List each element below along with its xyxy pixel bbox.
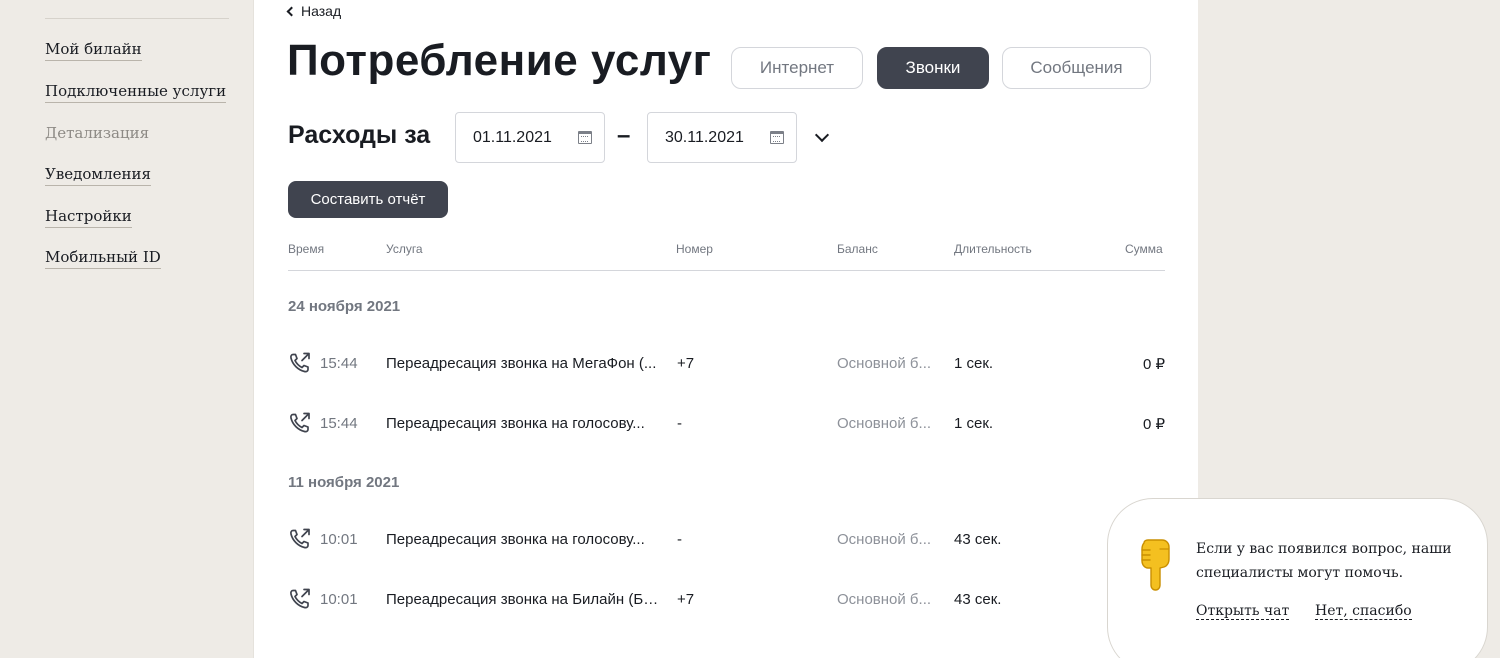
call-forward-icon xyxy=(290,528,310,549)
row-number: - xyxy=(677,531,682,548)
column-header-amount: Сумма xyxy=(1125,242,1163,256)
row-amount: 0 ₽ xyxy=(1142,416,1165,433)
row-balance: Основной б... xyxy=(837,355,932,372)
expenses-label: Расходы за xyxy=(288,121,431,149)
sidebar-item-my-beeline[interactable]: Мой билайн xyxy=(45,40,142,61)
chevron-down-icon[interactable] xyxy=(814,127,830,143)
calendar-icon[interactable] xyxy=(578,131,592,144)
sidebar-item-mobile-id[interactable]: Мобильный ID xyxy=(45,248,161,269)
calendar-icon[interactable] xyxy=(770,131,784,144)
tab-calls[interactable]: Звонки xyxy=(877,47,989,89)
row-number: - xyxy=(677,415,682,432)
date-range-separator: – xyxy=(617,122,631,149)
row-duration: 43 сек. xyxy=(954,531,1002,548)
chat-message: Если у вас появился вопрос, наши специал… xyxy=(1196,541,1452,581)
back-label: Назад xyxy=(301,3,342,19)
row-amount: 0 ₽ xyxy=(1142,356,1165,373)
row-time: 15:44 xyxy=(320,415,358,432)
main-panel: Назад Потребление услуг Интернет Звонки … xyxy=(253,0,1198,658)
date-group-header: 24 ноября 2021 xyxy=(288,298,401,315)
column-header-balance: Баланс xyxy=(837,242,878,256)
create-report-button[interactable]: Составить отчёт xyxy=(288,181,448,218)
column-header-service: Услуга xyxy=(386,242,423,256)
page-title: Потребление услуг xyxy=(287,36,712,85)
table-row[interactable]: 10:01 Переадресация звонка на голосову..… xyxy=(288,519,1165,559)
date-from-value: 01.11.2021 xyxy=(473,128,552,146)
sidebar-divider xyxy=(45,18,229,19)
row-balance: Основной б... xyxy=(837,531,932,548)
pointing-hand-icon xyxy=(1141,539,1170,591)
call-forward-icon xyxy=(290,588,310,609)
column-header-number: Номер xyxy=(676,242,713,256)
row-duration: 1 сек. xyxy=(954,415,994,432)
dismiss-chat-link[interactable]: Нет, спасибо xyxy=(1315,603,1412,620)
table-row[interactable]: 15:44 Переадресация звонка на голосову..… xyxy=(288,403,1165,443)
row-service: Переадресация звонка на Билайн (Ба... xyxy=(386,591,661,608)
row-service: Переадресация звонка на голосову... xyxy=(386,415,645,432)
date-from-field[interactable]: 01.11.2021 xyxy=(455,112,605,163)
table-row[interactable]: 15:44 Переадресация звонка на МегаФон (.… xyxy=(288,343,1165,383)
row-time: 15:44 xyxy=(320,355,358,372)
row-balance: Основной б... xyxy=(837,591,932,608)
tab-messages[interactable]: Сообщения xyxy=(1002,47,1151,89)
row-duration: 1 сек. xyxy=(954,355,994,372)
column-header-time: Время xyxy=(288,242,325,256)
sidebar-item-details: Детализация xyxy=(45,124,150,142)
call-forward-icon xyxy=(290,412,310,433)
date-to-field[interactable]: 30.11.2021 xyxy=(647,112,797,163)
row-time: 10:01 xyxy=(320,591,358,608)
back-link[interactable]: Назад xyxy=(286,3,342,19)
date-to-value: 30.11.2021 xyxy=(665,128,744,146)
row-service: Переадресация звонка на МегаФон (... xyxy=(386,355,657,372)
sidebar-item-notifications[interactable]: Уведомления xyxy=(45,165,151,186)
chat-popup: Если у вас появился вопрос, наши специал… xyxy=(1107,498,1488,658)
chevron-left-icon xyxy=(286,6,297,17)
row-number: +7 xyxy=(677,355,695,372)
row-time: 10:01 xyxy=(320,531,358,548)
sidebar-item-connected-services[interactable]: Подключенные услуги xyxy=(45,82,227,103)
sidebar: Мой билайн Подключенные услуги Детализац… xyxy=(0,0,253,658)
open-chat-link[interactable]: Открыть чат xyxy=(1196,603,1290,620)
tab-internet[interactable]: Интернет xyxy=(731,47,863,89)
call-forward-icon xyxy=(290,352,310,373)
row-duration: 43 сек. xyxy=(954,591,1002,608)
sidebar-item-settings[interactable]: Настройки xyxy=(45,207,132,228)
column-header-duration: Длительность xyxy=(954,242,1032,256)
row-service: Переадресация звонка на голосову... xyxy=(386,531,645,548)
date-group-header: 11 ноября 2021 xyxy=(288,474,400,491)
row-number: +7 xyxy=(677,591,695,608)
table-header-divider xyxy=(288,270,1165,271)
table-row[interactable]: 10:01 Переадресация звонка на Билайн (Ба… xyxy=(288,579,1165,619)
row-balance: Основной б... xyxy=(837,415,932,432)
